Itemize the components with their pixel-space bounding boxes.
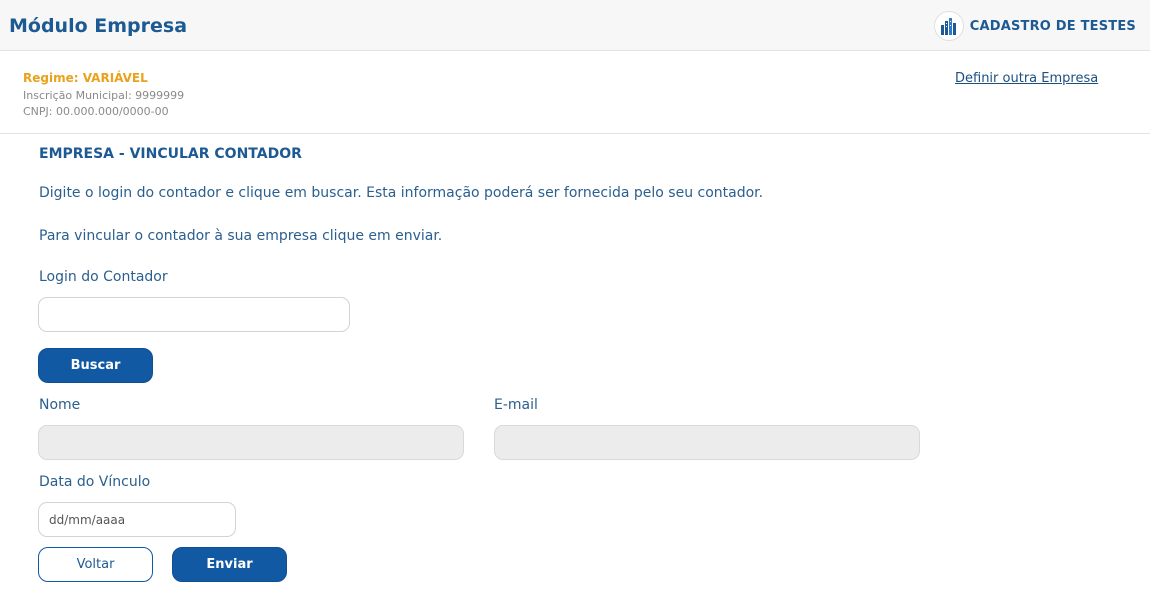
name-field: [38, 425, 464, 460]
company-cnpj: CNPJ: 00.000.000/0000-00: [23, 105, 169, 118]
email-label: E-mail: [494, 397, 538, 413]
date-label: Data do Vínculo: [39, 474, 151, 490]
back-button[interactable]: Voltar: [38, 547, 153, 582]
company-regime: Regime: VARIÁVEL: [23, 71, 148, 85]
instruction-send: Para vincular o contador à sua empresa c…: [39, 228, 443, 244]
instruction-search: Digite o login do contador e clique em b…: [39, 185, 764, 201]
date-input[interactable]: [38, 502, 236, 537]
module-title: Módulo Empresa: [9, 15, 188, 37]
name-label: Nome: [39, 397, 81, 413]
building-icon: [933, 11, 964, 41]
send-button[interactable]: Enviar: [172, 547, 287, 582]
brand-name: CADASTRO DE TESTES: [969, 18, 1136, 34]
login-input[interactable]: [38, 297, 350, 332]
top-bar: Módulo Empresa CADASTRO DE TESTES: [0, 0, 1150, 51]
search-button[interactable]: Buscar: [38, 348, 153, 383]
company-info: Regime: VARIÁVEL Inscrição Municipal: 99…: [23, 71, 184, 121]
email-field: [494, 425, 920, 460]
section-title: EMPRESA - VINCULAR CONTADOR: [39, 146, 302, 162]
company-inscricao: Inscrição Municipal: 9999999: [23, 89, 185, 102]
define-other-company-link[interactable]: Definir outra Empresa: [955, 71, 1098, 86]
login-label: Login do Contador: [39, 269, 168, 285]
brand: CADASTRO DE TESTES: [933, 11, 1136, 41]
divider: [0, 133, 1150, 134]
